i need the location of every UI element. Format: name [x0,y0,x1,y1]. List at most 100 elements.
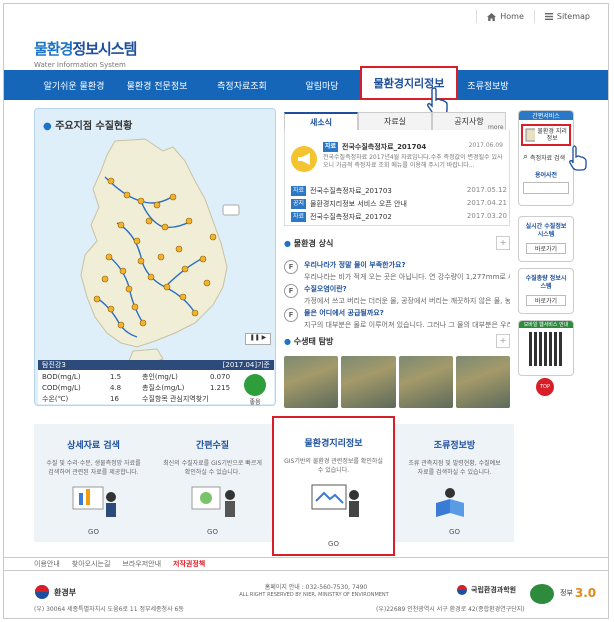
panel-go-button[interactable]: GO [34,528,153,536]
faq-question: 물은 어디에서 공급될까요? [304,309,384,317]
sitemap-link[interactable]: Sitemap [533,10,600,23]
map-title-text: 주요지점 수질현황 [55,121,133,132]
faq-answer: 가정에서 쓰고 버리는 더러운 물, 공장에서 버리는 깨끗하지 않은 물, 농… [304,297,510,305]
main-nav: 알기쉬운 물환경 물환경 전문정보 측정자료조회 알림마당 물환경지리정보 조류… [4,66,608,100]
news-tag: 자료 [291,212,307,222]
institute-address: (우)22689 인천광역시 서구 환경로 42(종합환경연구단지) [376,606,525,613]
list-item[interactable]: 자료 전국수질측정자료_201702 2017.03.20 [291,212,507,222]
institute-logo: 국립환경과학원 [456,584,516,596]
nav-item-notice[interactable]: 알림마당 [284,70,360,100]
row-key: 수온(℃) [42,394,69,403]
logo-main-a: 물환경 [34,40,73,58]
panel-title: 간편수질 [195,441,230,451]
nav-item-algae[interactable]: 조류정보방 [458,70,518,100]
table-row: BOD(mg/L) 1.5 총인(mg/L) 0.070 [38,371,274,382]
panel-desc: 수질 및 수리·수문, 생물측정망 자료를 검색하여 관련된 자료를 제공합니다… [46,460,141,476]
footer-link-browser[interactable]: 브라우저안내 [122,559,161,569]
fish-photo[interactable] [341,356,396,408]
news-tabs: 새소식 자료실 공지사항 [284,112,510,130]
news-date: 2017.03.20 [466,212,507,220]
panel-go-button[interactable]: GO [274,540,393,548]
geo-quick-link[interactable]: 물환경 지리정보 [521,124,571,146]
panel-go-button[interactable]: GO [153,528,272,536]
region-search-link[interactable]: 수질항목 관심지역찾기 [142,394,209,404]
reader-illustration-icon [435,488,464,517]
footer-link-directions[interactable]: 찾아오시는길 [72,559,111,569]
total-go-button[interactable]: 바로가기 [526,295,566,306]
panel-algae[interactable]: 조류정보방 조류 관측지점 및 발령현황, 수질예보 자료를 검색하실 수 있습… [395,424,514,542]
tab-news[interactable]: 새소식 [284,112,358,130]
list-item[interactable]: F 물은 어디에서 공급될까요? 지구의 대부분은 물로 이루어져 있습니다. … [284,308,510,330]
list-item[interactable]: F 수질오염이란? 가정에서 쓰고 버리는 더러운 물, 공장에서 버리는 깨끗… [284,284,510,306]
panel-geo-info[interactable]: 물환경지리정보 GIS기반의 물환경 관련정보를 확인하실 수 있습니다. GO [272,416,395,556]
faq-icon: F [284,260,298,274]
mobile-box[interactable]: 모바일 웹서비스 안내 [518,320,574,376]
knowledge-title-text: 물환경 상식 [293,239,334,248]
top-button[interactable]: TOP [536,378,554,396]
dict-search-input[interactable] [523,182,569,194]
nav-item-measure[interactable]: 측정자료조회 [200,70,284,100]
map-pause-control[interactable]: ❚❚ ▶ [245,333,271,345]
row-value: 1.215 [210,383,231,392]
news-date: 2017.05.12 [466,186,507,194]
realtime-box[interactable]: 실시간 수질정보시스템 바로가기 [518,216,574,262]
cert-badge-icon [530,584,554,604]
panel-go-button[interactable]: GO [395,528,514,536]
news-tag: 공지 [291,199,307,209]
fish-photo[interactable] [398,356,453,408]
ecology-title-text: 수생태 탐방 [293,337,334,346]
ecology-more-button[interactable]: + [496,334,510,348]
nav-item-easy[interactable]: 알기쉬운 물환경 [34,70,114,100]
faq-answer: 우리나라는 비가 적게 오는 곳은 아닙니다. 연 강수량이 1,277mm로 … [304,273,510,281]
home-link[interactable]: Home [476,10,534,23]
faq-icon: F [284,284,298,298]
footer: 환경부 (우) 30064 세종특별자치시 도움6로 11 정부세종청사 6동 … [4,574,608,618]
quick-service-label: 간편서비스 [519,111,573,120]
fish-photo[interactable] [284,356,339,408]
news-list: 자료 전국수질측정자료_201704 2017.06.09 전국수질측정자료 2… [284,130,510,226]
knowledge-more-button[interactable]: + [496,236,510,250]
ministry-logo: 환경부 [34,584,76,600]
footer-link-copyright[interactable]: 저작권정책 [173,559,205,569]
sitemap-icon [544,13,553,20]
dict-label: 용어사전 [534,172,558,179]
map-viewer-illustration-icon [311,484,359,517]
panel-desc: GIS기반의 물환경 관련정보를 확인하실 수 있습니다. [284,458,383,474]
gov3-logo: 정부 3.0 [560,586,596,600]
news-tag: 자료 [291,186,307,196]
news-text: 전국수질측정자료_201703 [310,187,392,195]
nav-item-expert[interactable]: 물환경 전문정보 [114,70,200,100]
korea-map[interactable] [45,137,265,373]
realtime-go-button[interactable]: 바로가기 [526,243,566,254]
list-item[interactable]: F 우리나라가 정말 물이 부족한가요? 우리나라는 비가 적게 오는 곳은 아… [284,260,510,282]
list-item[interactable]: 자료 전국수질측정자료_201703 2017.05.12 [291,186,507,196]
news-tag: 자료 [323,142,339,152]
footer-link-guide[interactable]: 이용안내 [34,559,60,569]
list-item[interactable]: 공지 물환경지리정보 서비스 오픈 안내 2017.04.21 [291,199,507,209]
taegeuk-icon [35,585,49,599]
presenter-illustration-icon [191,486,235,517]
total-title: 수질총량 정보시스템 [525,275,567,290]
map-title: ● 주요지점 수질현황 [43,117,132,132]
faq-answer: 지구의 대부분은 물로 이루어져 있습니다. 그러나 그 물의 대부분은 우리가… [304,321,510,329]
news-text: 전국수질측정자료_201702 [310,213,392,221]
panel-title: 상세자료 검색 [67,441,120,451]
gov3-number: 3.0 [574,586,597,600]
measure-quick-link[interactable]: ⌕ 측정자료 검색 [519,152,573,162]
panel-title: 조류정보방 [433,441,476,451]
panel-simple-quality[interactable]: 간편수질 최신의 수질자료를 GIS기반으로 빠르게 확인하실 수 있습니다. … [153,424,272,542]
pointer-hand-icon [569,145,587,171]
panel-detail-search[interactable]: 상세자료 검색 수질 및 수리·수문, 생물측정망 자료를 검색하여 관련된 자… [34,424,153,542]
logo-main-b: 정보시스템 [72,40,137,58]
site-logo[interactable]: 물환경정보시스템 Water Information System [34,38,137,69]
station-data-table: 탐진강3 [2017.04]기준 BOD(mg/L) 1.5 총인(mg/L) 0… [38,360,274,406]
fish-photo[interactable] [455,356,510,408]
news-date: 2017.04.21 [466,199,507,207]
featured-news[interactable]: 자료 전국수질측정자료_201704 2017.06.09 [323,142,503,152]
news-text: 물환경지리정보 서비스 오픈 안내 [310,200,407,208]
total-box[interactable]: 수질총량 정보시스템 바로가기 [518,268,574,314]
panel-desc: 최신의 수질자료를 GIS기반으로 빠르게 확인하실 수 있습니다. [163,460,262,476]
tab-archive[interactable]: 자료실 [358,112,432,130]
gov-label: 정부 [560,589,573,597]
row-key: 총질소(mg/L) [142,383,185,392]
